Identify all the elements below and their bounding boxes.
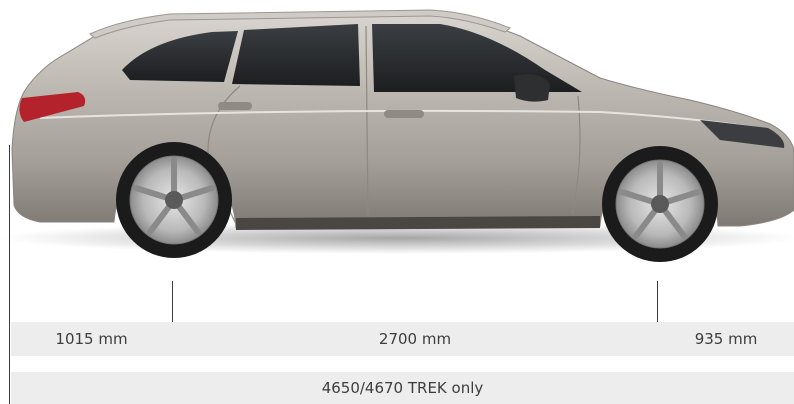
lower-body-trim bbox=[236, 216, 600, 230]
rear-wheel bbox=[116, 142, 232, 258]
car-side-view-illustration bbox=[0, 9, 794, 262]
front-overhang-label: 935 mm bbox=[694, 330, 758, 348]
rear-overhang-label: 1015 mm bbox=[55, 330, 128, 348]
total-length-label: 4650/4670 TREK only bbox=[321, 379, 484, 397]
rear-end-dimension-line bbox=[9, 145, 10, 404]
rear-door-window bbox=[232, 24, 360, 86]
wheelbase-label: 2700 mm bbox=[378, 330, 452, 348]
front-wheel bbox=[602, 146, 718, 262]
front-door-handle bbox=[384, 110, 424, 118]
rear-door-handle bbox=[218, 102, 252, 110]
